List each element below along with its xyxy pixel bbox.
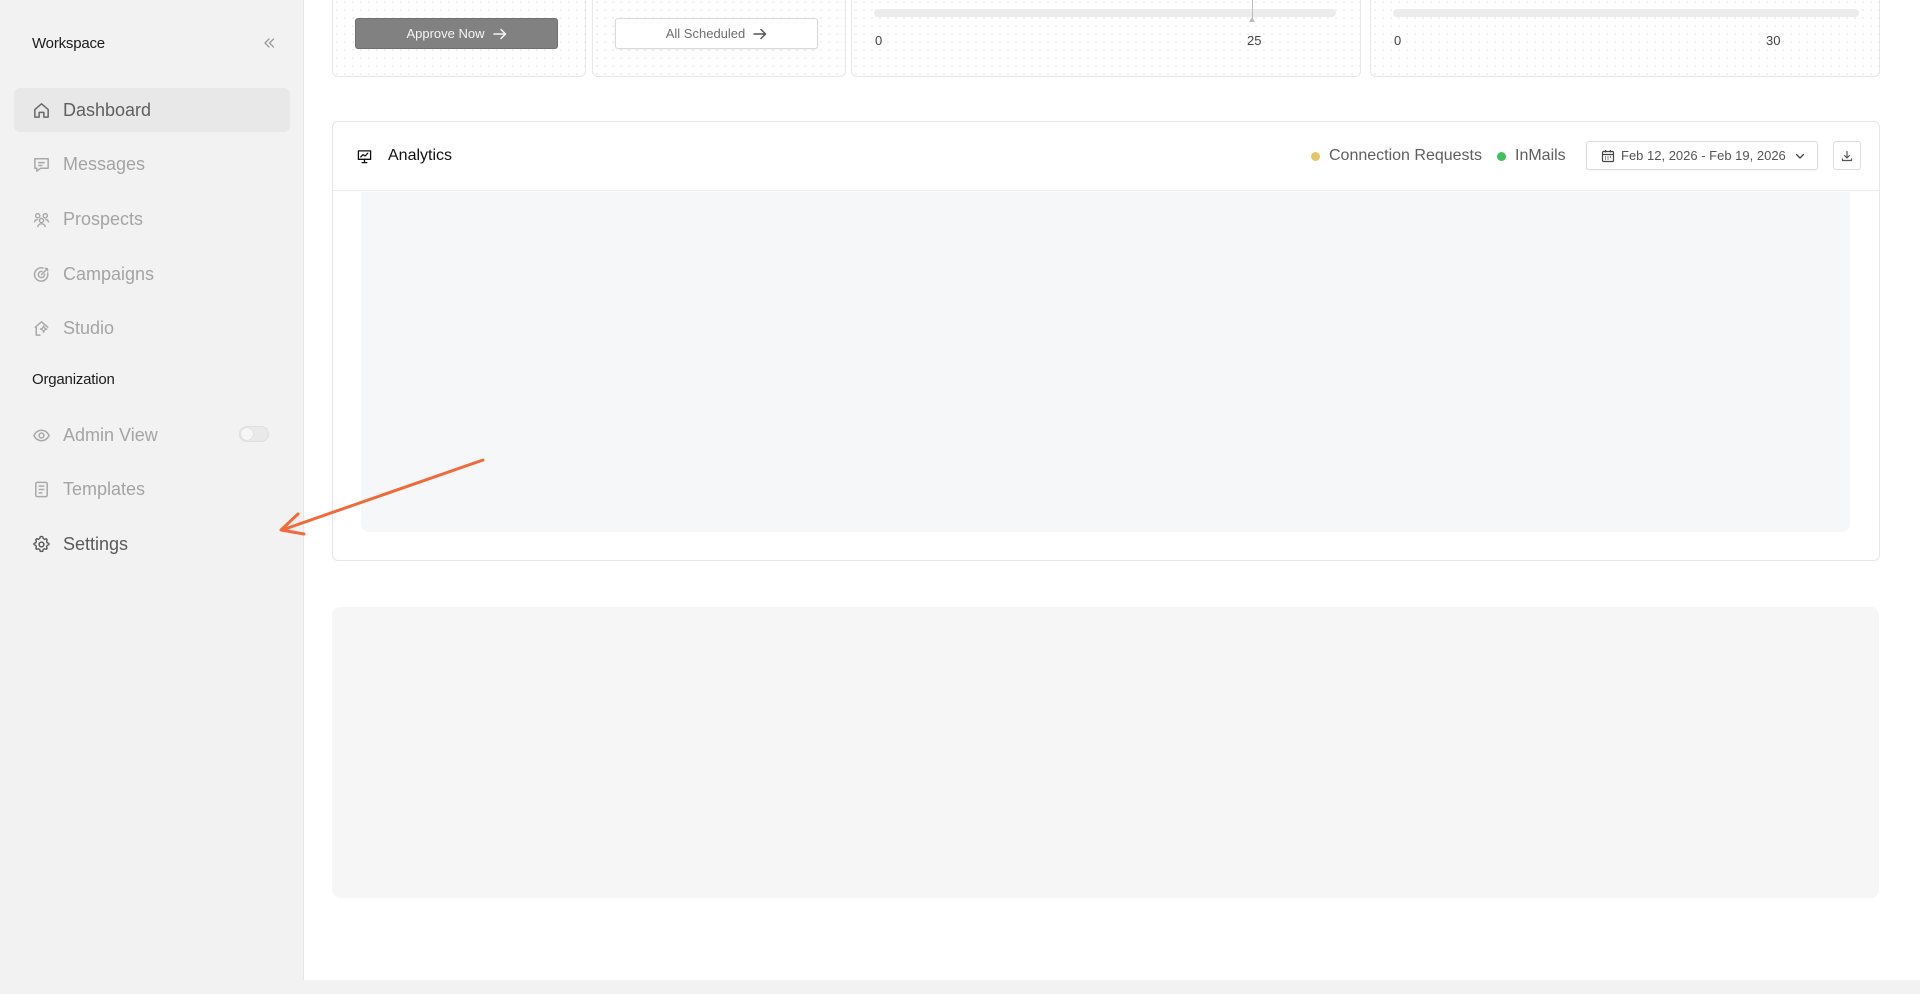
sidebar-item-messages[interactable]: Messages: [14, 142, 290, 186]
arrow-right-icon: [492, 28, 507, 40]
range-max-label: 30: [1766, 33, 1781, 48]
message-icon: [32, 155, 50, 173]
download-icon: [1841, 150, 1853, 162]
usage-card-2: 0 30: [1370, 0, 1880, 77]
sidebar-item-dashboard[interactable]: Dashboard: [14, 88, 290, 132]
range-min-label: 0: [875, 33, 883, 48]
legend-label: Connection Requests: [1329, 147, 1482, 164]
usage-card-1: 0 25: [851, 0, 1361, 77]
limit-marker-arrow: [1249, 17, 1255, 22]
range-min-label: 0: [1394, 33, 1402, 48]
sidebar-item-label: Messages: [63, 154, 146, 174]
users-icon: [32, 210, 50, 228]
legend-label: InMails: [1515, 147, 1566, 164]
calendar-icon: [1601, 149, 1615, 163]
organization-title: Organization: [32, 371, 115, 388]
collapse-sidebar-icon[interactable]: [262, 36, 276, 50]
home-icon: [32, 101, 50, 119]
sidebar-item-label: Templates: [63, 479, 146, 499]
legend-dot: [1311, 151, 1320, 161]
document-icon: [32, 480, 50, 498]
analytics-panel: Analytics Connection Requests InMails Fe…: [332, 121, 1880, 561]
toggle-knob: [241, 428, 253, 440]
legend-inmails: InMails: [1497, 147, 1566, 165]
loading-card-placeholder: [332, 607, 1879, 898]
approve-now-button[interactable]: Approve Now: [355, 18, 558, 49]
sidebar-item-label: Prospects: [63, 209, 144, 229]
target-icon: [32, 265, 50, 283]
eye-icon: [32, 426, 50, 444]
sidebar-item-templates[interactable]: Templates: [14, 467, 290, 511]
sidebar-item-label: Admin View: [63, 425, 158, 445]
usage-track-2: [1393, 9, 1859, 17]
date-range-picker[interactable]: Feb 12, 2026 - Feb 19, 2026: [1586, 141, 1818, 170]
approve-now-label: Approve Now: [406, 26, 485, 41]
legend-connection-requests: Connection Requests: [1311, 147, 1482, 165]
usage-track-1: [874, 9, 1336, 17]
analytics-title: Analytics: [388, 147, 453, 164]
sidebar-item-label: Dashboard: [63, 100, 152, 120]
gear-icon: [32, 535, 50, 553]
sidebar-item-prospects[interactable]: Prospects: [14, 197, 290, 241]
admin-view-toggle[interactable]: [239, 426, 269, 442]
chevron-down-icon: [1794, 150, 1806, 162]
analytics-header: Analytics Connection Requests InMails Fe…: [333, 122, 1879, 191]
all-scheduled-label: All Scheduled: [665, 26, 746, 41]
date-range-label: Feb 12, 2026 - Feb 19, 2026: [1621, 148, 1786, 163]
sidebar-item-label: Settings: [63, 534, 129, 554]
presentation-chart-icon: [357, 149, 372, 164]
sidebar-item-label: Studio: [63, 318, 115, 338]
sidebar-item-campaigns[interactable]: Campaigns: [14, 252, 290, 296]
range-mark-label: 25: [1247, 33, 1262, 48]
approval-card: Approve Now: [332, 0, 586, 77]
arrow-right-icon: [753, 28, 767, 40]
sidebar-item-settings[interactable]: Settings: [14, 522, 290, 566]
legend-dot: [1497, 151, 1506, 161]
all-scheduled-button[interactable]: All Scheduled: [615, 18, 818, 49]
sidebar-item-studio[interactable]: Studio: [14, 306, 290, 350]
analytics-chart-placeholder: [361, 192, 1850, 532]
scheduled-card: All Scheduled: [592, 0, 846, 77]
workspace-title: Workspace: [32, 35, 105, 52]
studio-home-icon: [32, 319, 50, 337]
sidebar: Workspace Dashboard Messages Prospects C…: [0, 0, 303, 994]
annotation-arrow-icon: [279, 458, 485, 536]
main-content: Approve Now All Scheduled 0 25 0 30 Anal…: [303, 0, 1920, 980]
sidebar-item-label: Campaigns: [63, 264, 155, 284]
download-button[interactable]: [1833, 141, 1861, 170]
